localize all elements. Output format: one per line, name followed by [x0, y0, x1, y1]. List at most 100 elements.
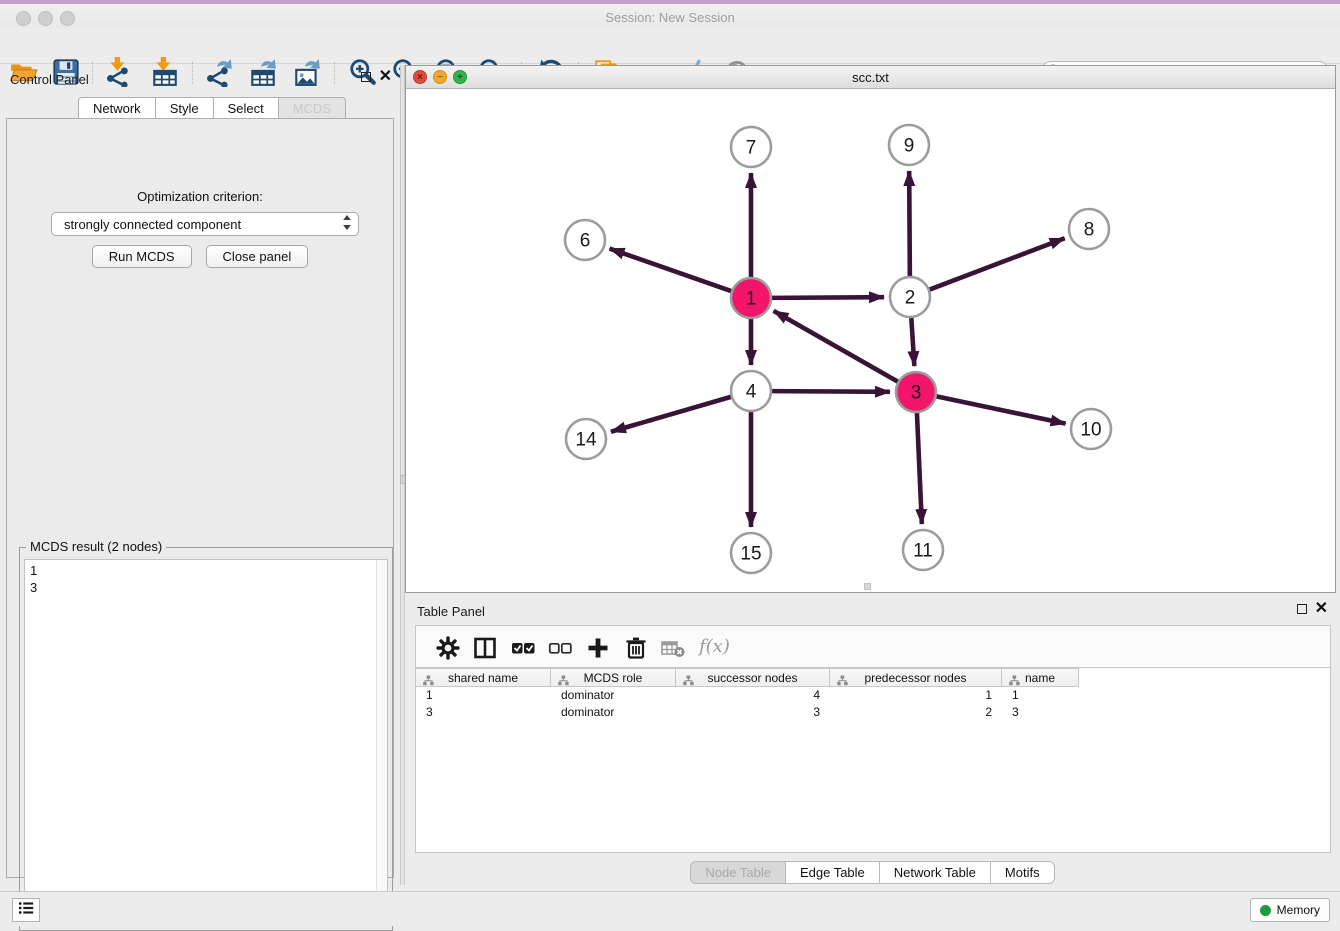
delete-icon[interactable]	[622, 634, 650, 662]
tab-network[interactable]: Network	[78, 97, 156, 119]
deselect-all-icon[interactable]	[546, 634, 574, 662]
graph-edge-3-11[interactable]	[917, 413, 922, 524]
add-column-icon[interactable]	[584, 634, 612, 662]
column-header-successor-nodes[interactable]: successor nodes	[676, 669, 830, 686]
graph-edge-4-3[interactable]	[772, 391, 890, 392]
graph-edge-1-6[interactable]	[610, 249, 732, 291]
delete-table-icon[interactable]	[659, 634, 687, 662]
mcds-result-textarea[interactable]: 1 3	[24, 559, 388, 926]
table-cell[interactable]: 1	[830, 687, 1002, 704]
table-cell[interactable]: 4	[676, 687, 830, 704]
graph-edge-3-10[interactable]	[937, 396, 1066, 423]
run-mcds-button[interactable]: Run MCDS	[92, 245, 192, 268]
control-panel-title: Control Panel	[10, 72, 89, 87]
graph-edge-1-2[interactable]	[772, 297, 884, 298]
graph-node-3[interactable]: 3	[896, 372, 936, 412]
graph-node-6[interactable]: 6	[565, 220, 605, 260]
mcds-panel: Optimization criterion: strongly connect…	[6, 118, 394, 878]
graph-node-label: 15	[740, 544, 761, 565]
control-panel-tabs: Network Style Select MCDS	[78, 97, 346, 119]
graph-node-1[interactable]: 1	[731, 278, 771, 318]
graph-node-label: 10	[1080, 420, 1101, 441]
close-panel-icon[interactable]: ✕	[379, 72, 392, 82]
column-header-label: name	[1025, 671, 1055, 685]
tab-motifs[interactable]: Motifs	[991, 861, 1055, 884]
table-cell[interactable]: dominator	[551, 687, 676, 704]
table-cell[interactable]: dominator	[551, 704, 676, 721]
graph-node-label: 7	[746, 138, 757, 159]
tab-network-table[interactable]: Network Table	[880, 861, 991, 884]
table-cell[interactable]: 3	[416, 704, 551, 721]
network-window-titlebar[interactable]: × − + scc.txt	[406, 66, 1335, 89]
column-header-shared-name[interactable]: shared name	[416, 669, 551, 686]
select-all-icon[interactable]	[509, 634, 537, 662]
float-panel-icon[interactable]	[361, 72, 371, 82]
graph-node-label: 6	[580, 231, 591, 252]
column-header-label: predecessor nodes	[864, 671, 966, 685]
graph-node-label: 11	[913, 541, 933, 562]
sort-hierarchy-icon	[423, 673, 434, 691]
main-toolbar	[0, 28, 1340, 64]
list-icon	[17, 899, 35, 922]
table-cell[interactable]: 2	[830, 704, 1002, 721]
optimization-criterion-label: Optimization criterion:	[7, 189, 393, 204]
graph-node-8[interactable]: 8	[1069, 209, 1109, 249]
float-table-panel-icon[interactable]	[1297, 604, 1307, 614]
tab-edge-table[interactable]: Edge Table	[786, 861, 880, 884]
table-row[interactable]: 3dominator323	[416, 704, 1079, 721]
tab-style[interactable]: Style	[156, 97, 214, 119]
titlebar: Session: New Session	[0, 4, 1340, 28]
gear-icon[interactable]	[434, 634, 462, 662]
table-cell[interactable]: 3	[676, 704, 830, 721]
column-header-predecessor-nodes[interactable]: predecessor nodes	[830, 669, 1002, 686]
control-panel: Control Panel ✕ Network Style Select MCD…	[0, 65, 400, 885]
table-tabs: Node Table Edge Table Network Table Moti…	[405, 861, 1340, 884]
table-cell[interactable]: 1	[416, 687, 551, 704]
table-body: 1dominator4113dominator323	[416, 687, 1330, 721]
optimization-criterion-select[interactable]: strongly connected component	[51, 212, 359, 236]
graph-edge-2-8[interactable]	[930, 238, 1065, 289]
close-panel-button[interactable]: Close panel	[206, 245, 309, 268]
task-history-button[interactable]	[12, 898, 40, 922]
status-bar: Memory	[0, 891, 1340, 926]
graph-node-7[interactable]: 7	[731, 127, 771, 167]
sort-hierarchy-icon	[1009, 673, 1020, 691]
select-stepper-icon	[342, 214, 352, 234]
graph-node-14[interactable]: 14	[566, 419, 606, 459]
graph-node-11[interactable]: 11	[903, 530, 943, 570]
sort-hierarchy-icon	[558, 673, 569, 691]
graph-edge-4-14[interactable]	[611, 397, 731, 432]
graph-node-4[interactable]: 4	[731, 371, 771, 411]
network-canvas[interactable]: 7 9 6 8 1 2 4 3 14 10 15 11	[406, 89, 1335, 592]
sort-hierarchy-icon	[837, 673, 848, 691]
column-header-name[interactable]: name	[1002, 669, 1079, 686]
column-view-icon[interactable]	[471, 634, 499, 662]
tab-mcds[interactable]: MCDS	[279, 97, 346, 119]
graph-edge-3-1[interactable]	[774, 311, 898, 382]
table-cell[interactable]: 3	[1002, 704, 1079, 721]
tab-select[interactable]: Select	[214, 97, 279, 119]
window-title: Session: New Session	[0, 10, 1340, 25]
column-header-label: shared name	[448, 671, 518, 685]
table-header-row: shared name MCDS role successor nodes prede…	[416, 668, 1079, 687]
column-header-label: successor nodes	[707, 671, 797, 685]
close-table-panel-icon[interactable]: ✕	[1315, 604, 1328, 614]
network-window-title: scc.txt	[406, 70, 1335, 85]
graph-node-9[interactable]: 9	[889, 125, 929, 165]
graph-edge-2-9[interactable]	[909, 171, 910, 276]
graph-node-15[interactable]: 15	[731, 533, 771, 573]
graph-node-label: 3	[911, 383, 922, 404]
canvas-resize-handle[interactable]	[864, 583, 871, 590]
column-header-MCDS-role[interactable]: MCDS role	[551, 669, 676, 686]
graph-node-10[interactable]: 10	[1071, 409, 1111, 449]
sort-hierarchy-icon	[683, 673, 694, 691]
result-scrollbar[interactable]	[376, 560, 387, 925]
tab-node-table[interactable]: Node Table	[690, 861, 786, 884]
graph-node-label: 1	[746, 289, 757, 310]
graph-edge-2-3[interactable]	[911, 318, 914, 366]
memory-button[interactable]: Memory	[1250, 898, 1330, 922]
graph-node-2[interactable]: 2	[890, 277, 930, 317]
select-value: strongly connected component	[64, 217, 342, 232]
table-row[interactable]: 1dominator411	[416, 687, 1079, 704]
graph-node-label: 14	[575, 430, 597, 451]
